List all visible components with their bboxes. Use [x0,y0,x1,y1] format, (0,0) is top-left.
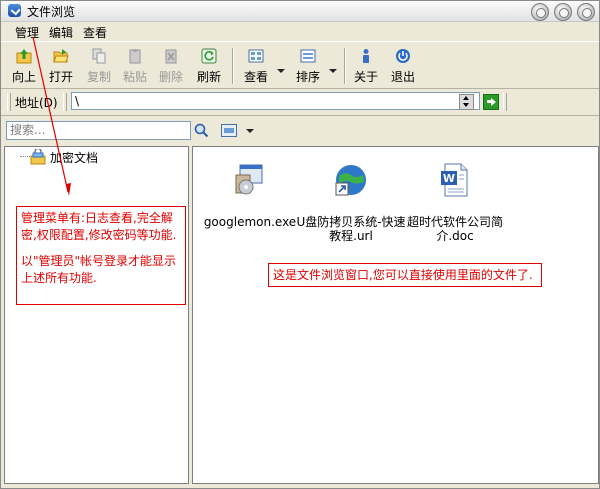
callout-arrow [32,36,71,196]
